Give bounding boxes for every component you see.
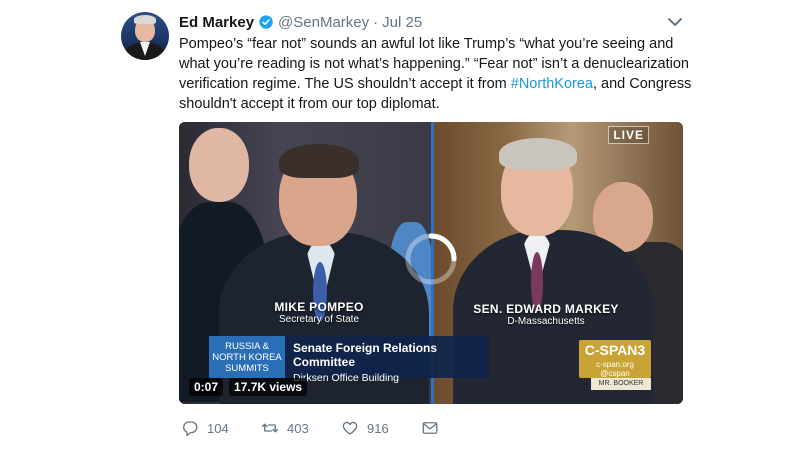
video-player[interactable]: LIVE MIKE POMPEO Secretary of State SEN.… bbox=[179, 122, 683, 404]
reply-count: 104 bbox=[207, 420, 229, 436]
chyron-left: MIKE POMPEO Secretary of State bbox=[267, 300, 371, 325]
network-url: c-span.org bbox=[596, 360, 634, 369]
nameplate: MR. BOOKER bbox=[591, 378, 651, 390]
live-badge: LIVE bbox=[608, 126, 649, 144]
separator-dot: · bbox=[373, 13, 379, 31]
author-handle[interactable]: @SenMarkey bbox=[278, 14, 369, 31]
topic-label: RUSSIA & NORTH KOREA SUMMITS bbox=[209, 336, 285, 378]
video-time: 0:07 bbox=[189, 378, 224, 396]
tweet-text-line: shouldn't accept it from our top diploma… bbox=[179, 96, 440, 112]
lower-third: RUSSIA & NORTH KOREA SUMMITS Senate Fore… bbox=[209, 336, 489, 384]
tweet-text-line: what you’re reading is not what’s happen… bbox=[179, 56, 689, 72]
network-name: C-SPAN3 bbox=[584, 342, 646, 358]
hashtag-link[interactable]: #NorthKorea bbox=[511, 76, 593, 92]
retweet-icon bbox=[261, 423, 279, 433]
chevron-down-icon[interactable] bbox=[666, 14, 684, 30]
tweet-text-line: Pompeo’s “fear not” sounds an awful lot … bbox=[179, 36, 674, 52]
tweet-text-line: verification regime. The US shouldn’t ac… bbox=[179, 74, 691, 94]
tweet-date[interactable]: Jul 25 bbox=[382, 14, 422, 31]
direct-message-button[interactable] bbox=[421, 419, 447, 437]
tweet-header: Ed Markey @SenMarkey · Jul 25 bbox=[179, 12, 422, 32]
chyron-right: SEN. EDWARD MARKEY D-Massachusetts bbox=[471, 302, 621, 327]
envelope-icon bbox=[422, 422, 438, 434]
tweet: Ed Markey @SenMarkey · Jul 25 Pompeo’s “… bbox=[0, 0, 800, 450]
video-stats: 0:07 17.7K views bbox=[189, 378, 308, 396]
author-name[interactable]: Ed Markey bbox=[179, 14, 254, 31]
heart-icon bbox=[342, 421, 358, 435]
loading-spinner-icon bbox=[402, 230, 460, 288]
speaker-title: D-Massachusetts bbox=[507, 316, 585, 327]
network-logo: C-SPAN3 c-span.org @cspan bbox=[579, 340, 651, 378]
retweet-count: 403 bbox=[287, 420, 309, 436]
reply-icon bbox=[183, 421, 198, 437]
event-info: Senate Foreign Relations Committee Dirks… bbox=[285, 336, 489, 384]
avatar[interactable] bbox=[121, 12, 169, 60]
reply-button[interactable]: 104 bbox=[181, 419, 261, 437]
speaker-name: SEN. EDWARD MARKEY bbox=[473, 302, 619, 316]
speaker-title: Secretary of State bbox=[278, 314, 360, 325]
tweet-text-segment: , and Congress bbox=[592, 76, 692, 92]
event-title: Senate Foreign Relations Committee bbox=[293, 341, 438, 369]
retweet-button[interactable]: 403 bbox=[261, 419, 341, 437]
like-button[interactable]: 916 bbox=[341, 419, 421, 437]
verified-badge-icon bbox=[258, 14, 274, 30]
network-handle: @cspan bbox=[600, 369, 630, 378]
tweet-actions: 104 403 916 bbox=[181, 418, 447, 438]
speaker-name: MIKE POMPEO bbox=[274, 300, 364, 314]
like-count: 916 bbox=[367, 420, 389, 436]
tweet-text: Pompeo’s “fear not” sounds an awful lot … bbox=[179, 34, 691, 114]
event-location: Dirksen Office Building bbox=[293, 372, 400, 384]
view-count: 17.7K views bbox=[229, 378, 308, 396]
tweet-text-segment: verification regime. The US shouldn’t ac… bbox=[179, 76, 511, 92]
